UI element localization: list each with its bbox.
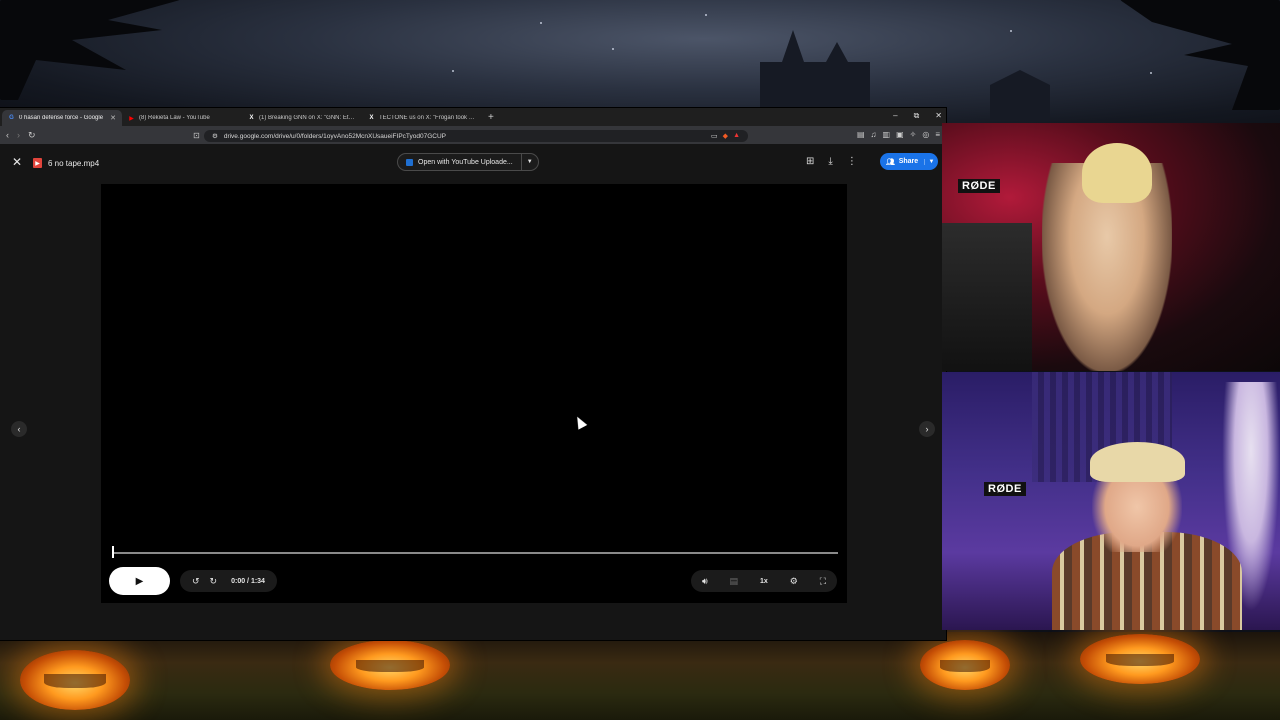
jack-o-lantern <box>1080 634 1200 684</box>
rewind-10-icon[interactable]: ↺ <box>192 576 200 587</box>
site-info-icon[interactable]: ⚙ <box>212 132 218 140</box>
jack-o-lantern <box>20 650 130 710</box>
tab-strip: G 0 hasan defense force - Google ✕ ▶ (8)… <box>0 108 946 126</box>
tab-title: TECTONE us on X: "Frogan took a bre <box>379 115 476 121</box>
download-icon[interactable]: ⤓ <box>828 156 832 167</box>
tab-title: (8) Rekieta Law - YouTube <box>139 115 210 121</box>
viewer-header: ✕ ▶ 6 no tape.mp4 Open with YouTube Uplo… <box>0 144 946 180</box>
sidebar-icon[interactable]: ▤ <box>857 130 865 139</box>
video-file-icon: ▶ <box>33 158 42 168</box>
playback-speed-button[interactable]: 1x <box>760 578 768 585</box>
youtube-icon: ▶ <box>129 115 134 122</box>
video-player[interactable]: ▶ ↺ ↻ 0:00 / 1:34 🔊︎ ▤ 1x ⚙ ⛶ <box>101 184 847 603</box>
volume-icon[interactable]: 🔊︎ <box>702 576 708 587</box>
tab-google-search[interactable]: G 0 hasan defense force - Google ✕ <box>2 110 122 126</box>
window-controls: – ⧉ ✕ <box>893 111 942 121</box>
chevron-down-icon[interactable]: ▼ <box>924 158 938 165</box>
app-icon <box>406 158 413 166</box>
open-with-button[interactable]: Open with YouTube Uploade... ▼ <box>397 153 539 171</box>
rode-mic-logo: RØDE <box>984 482 1026 496</box>
playback-controls: ↺ ↻ 0:00 / 1:34 <box>180 570 277 592</box>
file-title: ▶ 6 no tape.mp4 <box>33 158 99 168</box>
close-icon[interactable]: ✕ <box>12 156 22 168</box>
menu-icon[interactable]: ≡ <box>935 130 940 139</box>
progress-bar[interactable] <box>113 552 838 554</box>
back-icon[interactable]: ‹ <box>6 130 9 140</box>
tab-youtube[interactable]: ▶ (8) Rekieta Law - YouTube <box>122 110 242 126</box>
share-button[interactable]: 👥︎ Share ▼ <box>880 153 938 170</box>
jack-o-lantern <box>920 640 1010 690</box>
jack-o-lantern <box>330 640 450 690</box>
scrubber-handle[interactable] <box>112 546 114 558</box>
open-with-label: Open with YouTube Uploade... <box>418 158 513 166</box>
tab-title: 0 hasan defense force - Google <box>19 115 104 121</box>
new-tab-button[interactable]: + <box>482 110 500 126</box>
people-icon: 👥︎ <box>885 158 895 166</box>
tab-x-gnn[interactable]: X (1) Breaking GNN on X: "GNN: Ethan <box>242 110 362 126</box>
tab-x-tectone[interactable]: X TECTONE us on X: "Frogan took a bre <box>362 110 482 126</box>
chevron-down-icon[interactable]: ▼ <box>522 159 538 165</box>
play-button[interactable]: ▶ <box>109 567 170 595</box>
rode-mic-logo: RØDE <box>958 179 1000 193</box>
previous-file-button[interactable]: ‹ <box>11 421 27 437</box>
screen: G 0 hasan defense force - Google ✕ ▶ (8)… <box>0 0 1280 720</box>
maximize-button[interactable]: ⧉ <box>914 111 920 121</box>
rewards-icon[interactable]: ▲ <box>733 132 740 140</box>
extensions-bar: ▤ ♫ ▥ ▣ ✧ ◎ ≡ <box>857 130 940 139</box>
file-name: 6 no tape.mp4 <box>48 158 100 168</box>
reader-icon[interactable]: ▥ <box>883 130 891 139</box>
play-icon: ▶ <box>135 575 144 587</box>
fullscreen-icon[interactable]: ⛶ <box>820 576 826 587</box>
address-bar[interactable]: ⚙ drive.google.com/drive/u/0/folders/1oy… <box>204 130 748 142</box>
forward-icon[interactable]: › <box>17 130 20 140</box>
google-icon: G <box>9 115 14 121</box>
minimize-button[interactable]: – <box>893 111 897 121</box>
share-main[interactable]: 👥︎ Share <box>880 158 924 166</box>
brave-shield-icon[interactable]: ◆ <box>723 132 728 140</box>
next-file-button[interactable]: › <box>919 421 935 437</box>
more-options-icon[interactable]: ⋮ <box>847 156 857 167</box>
webcam-feed-top: RØDE <box>942 123 1280 371</box>
settings-gear-icon[interactable]: ⚙ <box>790 576 798 587</box>
x-icon: X <box>369 115 374 121</box>
webcam-feed-bottom: RØDE <box>942 372 1280 630</box>
url-text: drive.google.com/drive/u/0/folders/1oyvA… <box>223 132 447 140</box>
reload-icon[interactable]: ↻ <box>28 130 36 141</box>
close-window-button[interactable]: ✕ <box>935 111 942 121</box>
bookmark-icon[interactable]: ⊡ <box>193 131 200 140</box>
forward-10-icon[interactable]: ↻ <box>210 576 218 587</box>
vpn-icon[interactable]: ◎ <box>922 130 929 139</box>
wallet-icon[interactable]: ▣ <box>896 130 904 139</box>
extensions-icon[interactable]: ✧ <box>910 130 917 139</box>
tab-title: (1) Breaking GNN on X: "GNN: Ethan <box>259 115 356 121</box>
cast-icon[interactable]: ▭ <box>711 132 718 140</box>
viewer-actions: ⊞ ⤓ ⋮ <box>806 156 857 167</box>
time-display: 0:00 / 1:34 <box>231 577 265 585</box>
player-settings-controls: 🔊︎ ▤ 1x ⚙ ⛶ <box>691 570 837 592</box>
music-icon[interactable]: ♫ <box>871 130 877 139</box>
captions-icon[interactable]: ▤ <box>730 576 739 587</box>
share-label: Share <box>898 158 919 165</box>
open-with-main[interactable]: Open with YouTube Uploade... <box>398 154 522 170</box>
close-tab-icon[interactable]: ✕ <box>110 114 116 122</box>
add-comment-icon[interactable]: ⊞ <box>806 156 814 167</box>
x-icon: X <box>249 115 254 121</box>
